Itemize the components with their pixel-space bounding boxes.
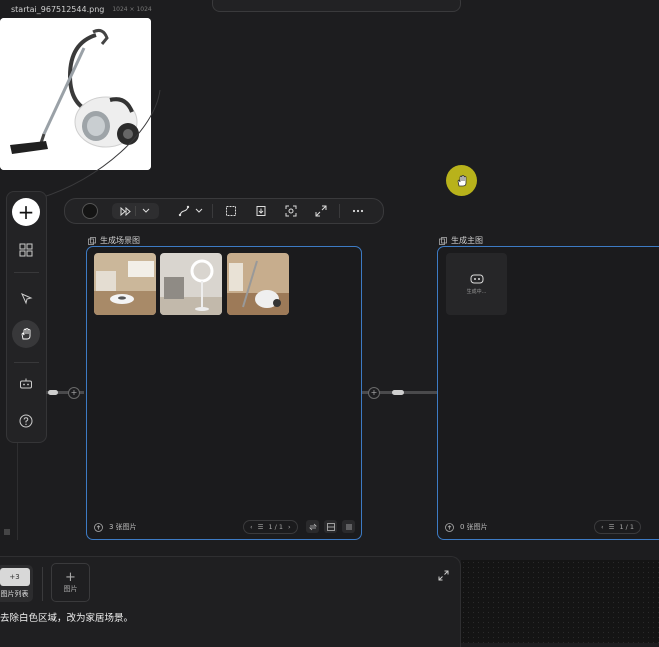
prompt-panel: +3 图片列表 + 图片 xyxy=(0,556,461,647)
pointer-icon[interactable] xyxy=(16,288,36,308)
main-image-count: 0 张图片 xyxy=(460,523,488,531)
list-icon: ☰ xyxy=(257,523,264,531)
frame-icon[interactable] xyxy=(221,203,241,219)
ai-bot-icon[interactable] xyxy=(16,374,36,394)
connector-curve xyxy=(40,89,161,199)
add-connection-button[interactable]: + xyxy=(68,387,80,399)
menu-icon[interactable] xyxy=(3,521,11,540)
focus-icon[interactable] xyxy=(281,203,301,219)
source-image-filename: startai_967512544.png xyxy=(11,5,105,14)
pen-path-icon[interactable] xyxy=(174,203,194,219)
toolbar-divider xyxy=(339,204,340,218)
chevron-down-icon[interactable] xyxy=(194,203,204,219)
image-list-badge: +3 xyxy=(0,568,30,586)
hand-icon xyxy=(21,327,31,340)
chevron-right-icon[interactable]: › xyxy=(288,523,291,531)
source-image-dimensions: 1024 × 1024 xyxy=(112,6,152,13)
upload-icon xyxy=(445,522,454,532)
add-connection-button[interactable]: + xyxy=(368,387,380,399)
panel-divider xyxy=(42,567,43,601)
copy-icon xyxy=(88,236,96,245)
scene-thumbnail[interactable] xyxy=(94,253,156,315)
main-node-footer-left: 0 张图片 xyxy=(445,522,488,532)
main-image-node[interactable]: 生成中... 0 张图片 ‹ ☰ 1 / 1 xyxy=(437,246,659,540)
toolbar-divider xyxy=(212,204,213,218)
tool-sidebar: + xyxy=(6,191,47,443)
hand-tool-button[interactable] xyxy=(12,320,40,348)
sidebar-divider xyxy=(14,362,39,363)
node-title-scene: 生成场景图 xyxy=(88,235,140,246)
chevron-left-icon[interactable]: ‹ xyxy=(250,523,253,531)
image-list-button[interactable]: +3 图片列表 xyxy=(0,565,33,602)
scene-node-footer-left: 3 张图片 xyxy=(94,522,137,532)
chevron-left-icon[interactable]: ‹ xyxy=(601,523,604,531)
generating-placeholder: 生成中... xyxy=(446,253,507,315)
scene-image-count: 3 张图片 xyxy=(109,523,137,531)
add-button[interactable]: + xyxy=(12,198,40,226)
prompt-text[interactable]: 去除白色区域，改为家居场景。 xyxy=(0,610,133,624)
upload-icon xyxy=(94,522,103,532)
gallery-icon[interactable] xyxy=(324,520,337,533)
fast-forward-icon[interactable] xyxy=(115,203,135,219)
grid-icon[interactable] xyxy=(16,240,36,260)
plus-icon: + xyxy=(17,200,35,224)
expand-icon[interactable] xyxy=(438,566,449,585)
add-image-button[interactable]: + 图片 xyxy=(51,563,90,602)
node-title-main: 生成主图 xyxy=(439,235,483,246)
swap-icon[interactable] xyxy=(306,520,319,533)
sidebar-divider xyxy=(14,272,39,273)
top-toolbar-edge xyxy=(212,0,461,12)
list-icon: ☰ xyxy=(608,523,615,531)
ai-bot-icon xyxy=(470,274,483,283)
wire-handle[interactable] xyxy=(48,390,58,395)
run-group xyxy=(112,203,159,219)
node-toolbar xyxy=(64,198,384,224)
wire-handle[interactable] xyxy=(392,390,404,395)
expand-icon[interactable] xyxy=(311,203,331,219)
hand-cursor-icon xyxy=(446,165,477,196)
source-image-header: startai_967512544.png 1024 × 1024 xyxy=(11,5,152,14)
image-list-label: 图片列表 xyxy=(0,590,29,598)
more-icon[interactable] xyxy=(348,203,368,219)
plus-icon: + xyxy=(65,569,76,585)
help-icon[interactable] xyxy=(16,411,36,431)
scene-image-node[interactable]: 3 张图片 ‹ ☰ 1 / 1 › xyxy=(86,246,362,540)
scene-thumbnail[interactable] xyxy=(227,253,289,315)
main-pager[interactable]: ‹ ☰ 1 / 1 xyxy=(594,520,642,534)
color-swatch-icon[interactable] xyxy=(82,203,98,219)
canvas-dot-grid xyxy=(461,560,659,643)
export-icon[interactable] xyxy=(251,203,271,219)
scene-thumbnail[interactable] xyxy=(160,253,222,315)
chevron-down-icon[interactable] xyxy=(136,203,156,219)
scene-pager[interactable]: ‹ ☰ 1 / 1 › xyxy=(243,520,298,534)
copy-icon xyxy=(439,236,447,245)
generating-label: 生成中... xyxy=(466,288,487,295)
add-image-label: 图片 xyxy=(63,584,78,593)
menu-icon[interactable] xyxy=(342,520,355,533)
